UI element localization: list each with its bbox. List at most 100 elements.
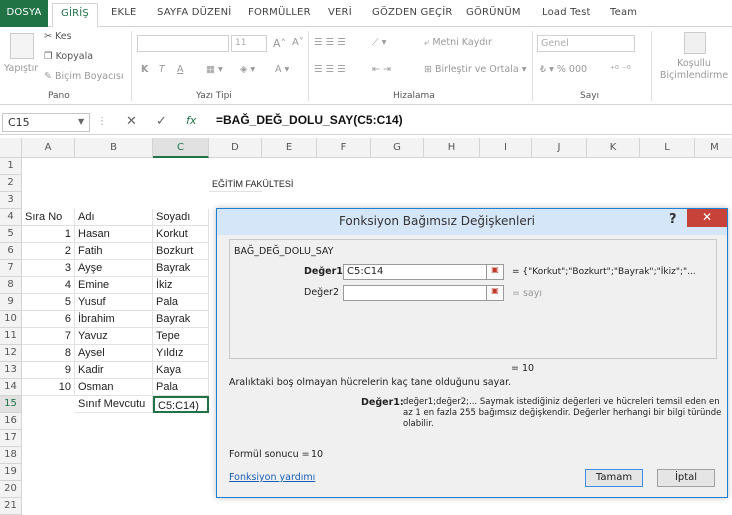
tab-home[interactable]: GİRİŞ (52, 3, 98, 28)
cell-soyadi[interactable]: İkiz (153, 277, 209, 294)
row-header-3[interactable]: 3 (0, 192, 22, 209)
column-header-a[interactable]: A (22, 138, 75, 158)
row-header-5[interactable]: 5 (0, 226, 22, 243)
row-header-12[interactable]: 12 (0, 345, 22, 362)
row-header-20[interactable]: 20 (0, 481, 22, 498)
row-header-10[interactable]: 10 (0, 311, 22, 328)
help-icon[interactable]: ? (669, 212, 677, 227)
cell-soyadi[interactable]: Bozkurt (153, 243, 209, 260)
tab-load-test[interactable]: Load Test (542, 7, 591, 18)
row-header-8[interactable]: 8 (0, 277, 22, 294)
cell-sira-no[interactable]: 9 (22, 362, 75, 379)
tab-page-layout[interactable]: SAYFA DÜZENİ (157, 7, 231, 18)
cell-soyadi[interactable]: Pala (153, 379, 209, 396)
wrap-text-button[interactable]: ⤶ Metni Kaydır (424, 37, 492, 48)
arg2-input[interactable] (343, 285, 487, 301)
shrink-font-icon[interactable]: A˅ (292, 37, 304, 48)
row-header-17[interactable]: 17 (0, 430, 22, 447)
row-header-21[interactable]: 21 (0, 498, 22, 515)
row-header-6[interactable]: 6 (0, 243, 22, 260)
cell-soyadi[interactable]: Yıldız (153, 345, 209, 362)
tab-data[interactable]: VERİ (328, 7, 352, 18)
select-all-corner[interactable] (0, 138, 22, 158)
row-header-2[interactable]: 2 (0, 175, 22, 192)
currency-icon[interactable]: ₺ ▾ % 000 (540, 64, 587, 75)
cancel-icon[interactable]: ✕ (126, 114, 137, 129)
active-cell-c15[interactable]: C5:C14) (153, 396, 209, 413)
header-cell-sira-no[interactable]: Sıra No (22, 209, 75, 226)
cell-sira-no[interactable]: 8 (22, 345, 75, 362)
decimal-icon[interactable]: ⁺⁰ ⁻⁰ (610, 64, 631, 75)
cell-soyadi[interactable]: Tepe (153, 328, 209, 345)
tab-view[interactable]: GÖRÜNÜM (466, 7, 521, 18)
sheet-title-cell[interactable]: EĞİTİM FAKÜLTESİ (209, 175, 293, 192)
row-header-7[interactable]: 7 (0, 260, 22, 277)
column-header-c[interactable]: C (153, 138, 209, 158)
column-header-l[interactable]: L (640, 138, 695, 158)
merge-center-button[interactable]: ⊞ Birleştir ve Ortala ▾ (424, 64, 526, 75)
cell-adi[interactable]: Yusuf (75, 294, 153, 311)
cell-sira-no[interactable]: 1 (22, 226, 75, 243)
column-header-h[interactable]: H (424, 138, 480, 158)
cell-soyadi[interactable]: Korkut (153, 226, 209, 243)
grow-font-icon[interactable]: A˄ (273, 37, 286, 50)
chevron-down-icon[interactable]: ▼ (78, 117, 84, 126)
tab-review[interactable]: GÖZDEN GEÇİR (372, 7, 453, 18)
borders-icon[interactable]: ▦ ▾ (206, 64, 223, 75)
cell-soyadi[interactable]: Pala (153, 294, 209, 311)
tab-file[interactable]: DOSYA (0, 0, 48, 27)
cell-class-size-label[interactable]: Sınıf Mevcutu (75, 396, 153, 413)
font-size-combo[interactable]: 11 (231, 35, 267, 52)
column-header-j[interactable]: J (532, 138, 587, 158)
row-header-4[interactable]: 4 (0, 209, 22, 226)
underline-button[interactable]: A (177, 64, 184, 75)
row-header-11[interactable]: 11 (0, 328, 22, 345)
insert-function-icon[interactable]: fx (186, 114, 196, 127)
collapse-dialog-icon[interactable]: ▣ (486, 285, 504, 301)
bold-button[interactable]: K (141, 64, 148, 75)
column-header-k[interactable]: K (587, 138, 640, 158)
row-header-14[interactable]: 14 (0, 379, 22, 396)
row-header-15[interactable]: 15 (0, 396, 22, 413)
orientation-icon[interactable]: ⟋ ▾ (372, 37, 386, 48)
cell-adi[interactable]: Kadir (75, 362, 153, 379)
conditional-formatting-icon[interactable] (684, 32, 706, 54)
font-name-combo[interactable] (137, 35, 229, 52)
column-header-m[interactable]: M (695, 138, 732, 158)
cell-adi[interactable]: Ayşe (75, 260, 153, 277)
cell-soyadi[interactable]: Bayrak (153, 311, 209, 328)
column-header-f[interactable]: F (317, 138, 371, 158)
cell-adi[interactable]: Osman (75, 379, 153, 396)
row-header-1[interactable]: 1 (0, 158, 22, 175)
paste-button[interactable]: Yapıştır (4, 63, 38, 74)
cell-sira-no[interactable]: 5 (22, 294, 75, 311)
header-cell-soyadi[interactable]: Soyadı (153, 209, 209, 226)
row-header-18[interactable]: 18 (0, 447, 22, 464)
italic-button[interactable]: T (159, 64, 165, 75)
align-top-icon[interactable]: ☰ ☰ ☰ (314, 37, 346, 48)
column-header-e[interactable]: E (262, 138, 317, 158)
cell-sira-no[interactable]: 3 (22, 260, 75, 277)
number-format-combo[interactable]: Genel (537, 35, 635, 52)
row-header-13[interactable]: 13 (0, 362, 22, 379)
cell-adi[interactable]: İbrahim (75, 311, 153, 328)
cell-sira-no[interactable]: 4 (22, 277, 75, 294)
arg1-input[interactable]: C5:C14 (343, 264, 487, 280)
tab-formulas[interactable]: FORMÜLLER (248, 7, 311, 18)
column-header-d[interactable]: D (209, 138, 262, 158)
cell-sira-no[interactable]: 7 (22, 328, 75, 345)
tab-insert[interactable]: EKLE (111, 7, 137, 18)
cell-adi[interactable]: Yavuz (75, 328, 153, 345)
paste-icon[interactable] (10, 33, 34, 59)
confirm-icon[interactable]: ✓ (156, 114, 167, 129)
cell-soyadi[interactable]: Kaya (153, 362, 209, 379)
row-header-16[interactable]: 16 (0, 413, 22, 430)
indent-icon[interactable]: ⇤ ⇥ (372, 64, 391, 75)
ok-button[interactable]: Tamam (585, 469, 643, 487)
cut-button[interactable]: ✂ Kes (44, 31, 72, 42)
column-header-b[interactable]: B (75, 138, 153, 158)
row-header-9[interactable]: 9 (0, 294, 22, 311)
close-icon[interactable]: ✕ (687, 209, 727, 227)
format-painter-button[interactable]: ✎ Biçim Boyacısı (44, 71, 124, 82)
name-box[interactable]: C15 (2, 113, 90, 132)
